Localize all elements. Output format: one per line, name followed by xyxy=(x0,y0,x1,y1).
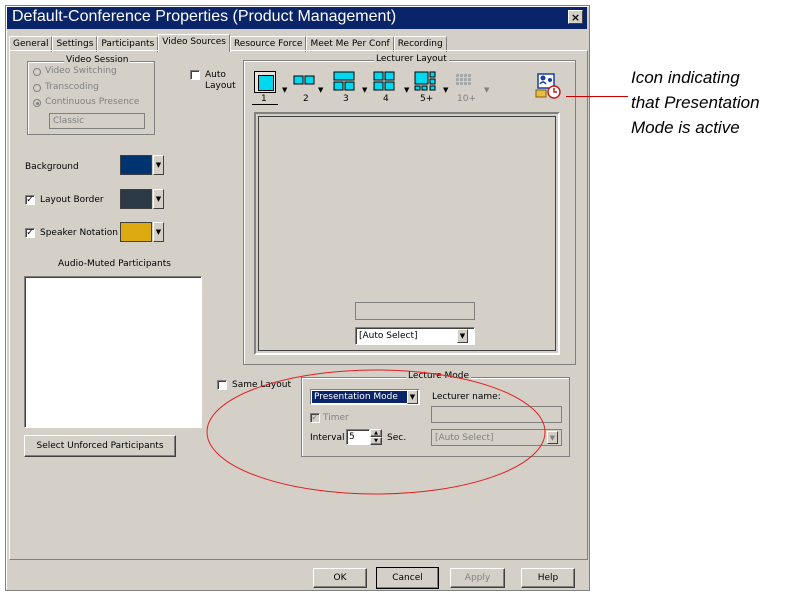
audio-muted-label: Audio-Muted Participants xyxy=(58,259,171,269)
layout-1-button[interactable] xyxy=(254,71,276,93)
background-label: Background xyxy=(25,162,79,172)
layout-2-dropdown[interactable]: ▼ xyxy=(318,86,323,94)
layout-border-checkbox[interactable]: ✓ xyxy=(25,195,35,205)
lecturer-layout-label: Lecturer Layout xyxy=(374,54,449,64)
speaker-notation-color-dropdown[interactable]: ▼ xyxy=(153,222,164,242)
layout-4-dropdown[interactable]: ▼ xyxy=(404,86,409,94)
auto-layout-checkbox[interactable] xyxy=(190,70,200,80)
callout-line xyxy=(566,96,628,97)
layout-3-dropdown[interactable]: ▼ xyxy=(362,86,367,94)
tab-strip: General Settings Participants Video Sour… xyxy=(9,34,447,52)
close-button[interactable]: × xyxy=(568,10,583,24)
layout-1-dropdown[interactable]: ▼ xyxy=(282,86,287,94)
background-color-swatch[interactable] xyxy=(120,155,152,175)
layout-1-label: 1 xyxy=(261,94,267,104)
cancel-button[interactable]: Cancel xyxy=(376,567,439,589)
video-session-label: Video Session xyxy=(64,55,131,65)
layout-5plus-dropdown[interactable]: ▼ xyxy=(443,86,448,94)
layout-border-label: Layout Border xyxy=(40,195,104,205)
continuous-presence-radio[interactable] xyxy=(33,99,41,107)
layout-5plus-label: 5+ xyxy=(420,94,434,104)
background-color-dropdown[interactable]: ▼ xyxy=(153,155,164,175)
layout-3-icon[interactable] xyxy=(333,71,355,94)
help-button[interactable]: Help xyxy=(521,568,575,588)
transcoding-radio[interactable] xyxy=(33,84,41,92)
layout-2-label: 2 xyxy=(303,94,309,104)
layout-10plus-label: 10+ xyxy=(457,94,476,104)
auto-layout-label-1: Auto xyxy=(205,70,226,80)
video-switching-radio[interactable] xyxy=(33,68,41,76)
layout-4-label: 4 xyxy=(383,94,389,104)
tab-video-sources[interactable]: Video Sources xyxy=(158,34,230,52)
annotation-line-3: Mode is active xyxy=(631,118,740,137)
auto-select-dropdown-arrow[interactable]: ▼ xyxy=(457,329,468,343)
layout-1-underline xyxy=(252,104,278,105)
layout-4-icon[interactable] xyxy=(373,71,395,94)
video-switching-label: Video Switching xyxy=(45,66,117,76)
continuous-presence-label: Continuous Presence xyxy=(45,97,140,107)
layout-3-label: 3 xyxy=(343,94,349,104)
layout-2-icon[interactable] xyxy=(293,74,315,89)
ok-button[interactable]: OK xyxy=(313,568,367,588)
auto-layout-label-2: Layout xyxy=(205,81,236,91)
layout-5plus-icon[interactable] xyxy=(414,71,436,94)
highlight-ellipse xyxy=(206,369,546,495)
layout-1-icon xyxy=(258,75,274,91)
audio-muted-list[interactable] xyxy=(24,276,202,428)
select-unforced-participants-button[interactable]: Select Unforced Participants xyxy=(24,435,176,457)
annotation-line-1: Icon indicating xyxy=(631,68,740,87)
window-title: Default-Conference Properties (Product M… xyxy=(12,8,397,25)
presentation-mode-icon xyxy=(534,72,564,103)
speaker-notation-checkbox[interactable]: ✓ xyxy=(25,228,35,238)
layout-10plus-icon xyxy=(455,73,473,92)
speaker-notation-label: Speaker Notation xyxy=(40,228,118,238)
speaker-notation-color-swatch[interactable] xyxy=(120,222,152,242)
participant-name-box xyxy=(355,302,475,320)
annotation-line-2: that Presentation xyxy=(631,93,760,112)
transcoding-label: Transcoding xyxy=(45,82,99,92)
layout-10plus-dropdown: ▼ xyxy=(484,86,490,94)
layout-border-color-swatch[interactable] xyxy=(120,189,152,209)
layout-border-color-dropdown[interactable]: ▼ xyxy=(153,189,164,209)
apply-button[interactable]: Apply xyxy=(450,568,505,588)
classic-field: Classic xyxy=(49,113,145,129)
